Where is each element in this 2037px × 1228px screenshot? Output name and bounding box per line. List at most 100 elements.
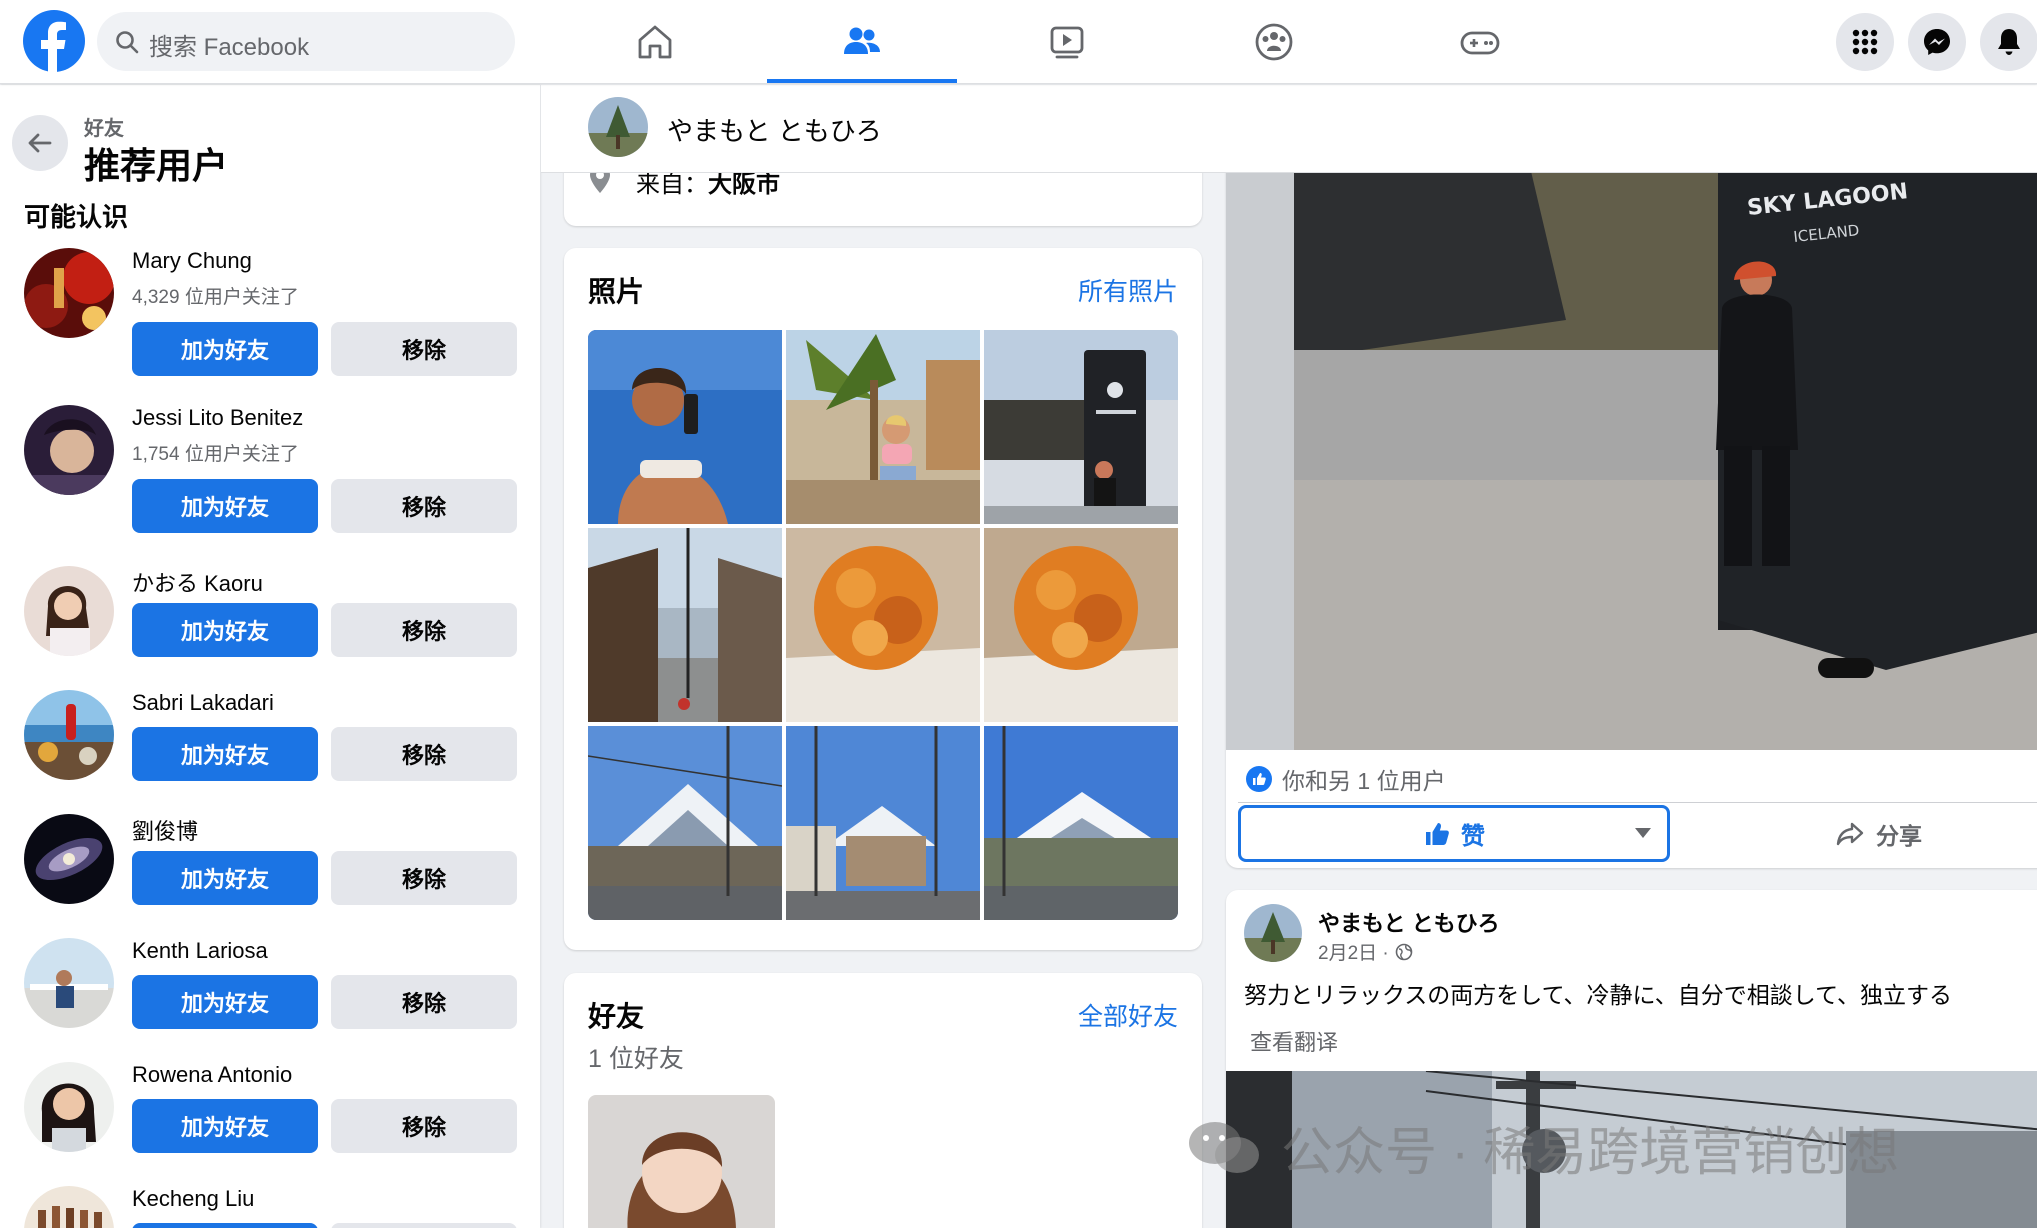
photos-title: 照片 <box>588 276 645 307</box>
profile-name[interactable]: やまもと ともひろ <box>667 111 882 148</box>
arrow-left-icon <box>28 133 52 153</box>
add-friend-button[interactable]: 加为好友 <box>132 727 318 781</box>
add-friend-button[interactable]: 加为好友 <box>132 975 318 1029</box>
add-friend-button[interactable]: 加为好友 <box>132 1223 318 1228</box>
remove-button[interactable]: 移除 <box>331 851 517 905</box>
tab-gaming[interactable] <box>1385 0 1575 84</box>
remove-button[interactable]: 移除 <box>331 727 517 781</box>
share-icon <box>1836 822 1864 846</box>
suggestion-name[interactable]: かおる Kaoru <box>132 566 263 598</box>
remove-button[interactable]: 移除 <box>331 975 517 1029</box>
suggestion-name[interactable]: Sabri Lakadari <box>132 690 274 716</box>
like-button[interactable]: 赞 <box>1238 805 1670 862</box>
avatar[interactable] <box>24 405 114 495</box>
add-friend-button[interactable]: 加为好友 <box>132 851 318 905</box>
friends-title: 好友 <box>588 1001 645 1032</box>
page-title: 推荐用户 <box>84 145 229 186</box>
section-title: 可能认识 <box>24 202 129 232</box>
post-card: SKY LAGOON ICELAND 你和另 1 位用户 赞 分享 <box>1226 150 2037 868</box>
friend-count: 1 位好友 <box>588 1045 684 1073</box>
suggestion-name[interactable]: Rowena Antonio <box>132 1062 292 1088</box>
suggestion-name[interactable]: Jessi Lito Benitez <box>132 405 303 431</box>
like-reaction-icon <box>1246 766 1272 792</box>
home-icon <box>638 25 672 59</box>
share-label: 分享 <box>1876 823 1922 849</box>
profile-avatar[interactable] <box>588 97 648 157</box>
avatar[interactable] <box>24 248 114 338</box>
add-friend-button[interactable]: 加为好友 <box>132 603 318 657</box>
post-photo[interactable]: SKY LAGOON ICELAND <box>1226 150 2037 750</box>
messenger-button[interactable] <box>1908 13 1966 71</box>
thumbs-up-icon <box>1426 822 1449 845</box>
groups-icon <box>1255 23 1293 61</box>
facebook-logo-icon[interactable] <box>23 10 85 72</box>
profile-header-bar: やまもと ともひろ <box>541 85 2037 173</box>
post-text: 努力とリラックスの両方をして、冷静に、自分で相談して、独立する <box>1244 982 1952 1008</box>
remove-button[interactable]: 移除 <box>331 1223 517 1228</box>
suggestion-name[interactable]: Kenth Lariosa <box>132 938 268 964</box>
photo-thumbnail[interactable] <box>588 330 782 524</box>
watermark: 公众号 · 稀易跨境营销创想 <box>1185 1112 1899 1182</box>
avatar[interactable] <box>24 690 114 780</box>
divider <box>1238 802 2037 803</box>
avatar[interactable] <box>24 814 114 904</box>
remove-button[interactable]: 移除 <box>331 479 517 533</box>
all-photos-link[interactable]: 所有照片 <box>1078 272 1178 308</box>
avatar[interactable] <box>24 566 114 656</box>
post-author-avatar[interactable] <box>1244 904 1302 962</box>
wechat-icon <box>1189 1122 1259 1173</box>
post-author-name[interactable]: やまもと ともひろ <box>1318 906 1500 938</box>
globe-icon <box>1395 943 1413 960</box>
mutual-followers: 4,329 位用户关注了 <box>132 287 299 308</box>
menu-button[interactable] <box>1836 13 1894 71</box>
avatar[interactable] <box>24 1186 114 1228</box>
tab-home[interactable] <box>560 0 750 84</box>
share-button[interactable]: 分享 <box>1836 810 1922 858</box>
friend-photo[interactable] <box>588 1095 775 1228</box>
photos-card: 照片 所有照片 <box>564 248 1202 950</box>
tab-groups[interactable] <box>1179 0 1369 84</box>
friends-card: 好友 全部好友 1 位好友 <box>564 973 1202 1228</box>
add-friend-button[interactable]: 加为好友 <box>132 322 318 376</box>
bell-icon <box>1998 29 2020 55</box>
suggestion-name[interactable]: Kecheng Liu <box>132 1186 254 1212</box>
photo-thumbnail[interactable] <box>588 726 782 920</box>
photo-thumbnail[interactable] <box>786 330 980 524</box>
photo-thumbnail[interactable] <box>984 330 1178 524</box>
search-placeholder: 搜索 Facebook <box>149 34 310 61</box>
photo-thumbnail[interactable] <box>786 726 980 920</box>
notifications-button[interactable] <box>1980 13 2037 71</box>
friend-suggestions-sidebar: 好友 推荐用户 可能认识 Mary Chung 4,329 位用户关注了 加为好… <box>0 85 540 1228</box>
suggestion-name[interactable]: 劉俊博 <box>132 814 198 846</box>
mutual-followers: 1,754 位用户关注了 <box>132 444 299 465</box>
back-button[interactable] <box>12 115 68 171</box>
photo-grid <box>588 330 1178 920</box>
photo-thumbnail[interactable] <box>984 726 1178 920</box>
messenger-icon <box>1924 29 1950 55</box>
search-icon <box>116 31 139 54</box>
like-label: 赞 <box>1461 823 1485 850</box>
post-date[interactable]: 2月2日 · <box>1318 938 1413 965</box>
remove-button[interactable]: 移除 <box>331 322 517 376</box>
avatar[interactable] <box>24 1062 114 1152</box>
all-friends-link[interactable]: 全部好友 <box>1078 997 1178 1033</box>
avatar[interactable] <box>24 938 114 1028</box>
photo-thumbnail[interactable] <box>588 528 782 722</box>
see-translation-link[interactable]: 查看翻译 <box>1250 1025 1338 1057</box>
photo-thumbnail[interactable] <box>786 528 980 722</box>
add-friend-button[interactable]: 加为好友 <box>132 479 318 533</box>
remove-button[interactable]: 移除 <box>331 603 517 657</box>
tab-watch[interactable] <box>972 0 1162 84</box>
grid-menu-icon <box>1852 29 1878 55</box>
photo-thumbnail[interactable] <box>984 528 1178 722</box>
tab-friends[interactable] <box>767 0 957 84</box>
search-input[interactable]: 搜索 Facebook <box>97 12 515 71</box>
reaction-summary[interactable]: 你和另 1 位用户 <box>1246 762 1446 796</box>
top-bar: 搜索 Facebook <box>0 0 2037 84</box>
suggestion-name[interactable]: Mary Chung <box>132 248 252 274</box>
add-friend-button[interactable]: 加为好友 <box>132 1099 318 1153</box>
chevron-down-icon <box>1635 828 1651 838</box>
gaming-icon <box>1460 31 1500 55</box>
remove-button[interactable]: 移除 <box>331 1099 517 1153</box>
watch-icon <box>1050 26 1084 59</box>
